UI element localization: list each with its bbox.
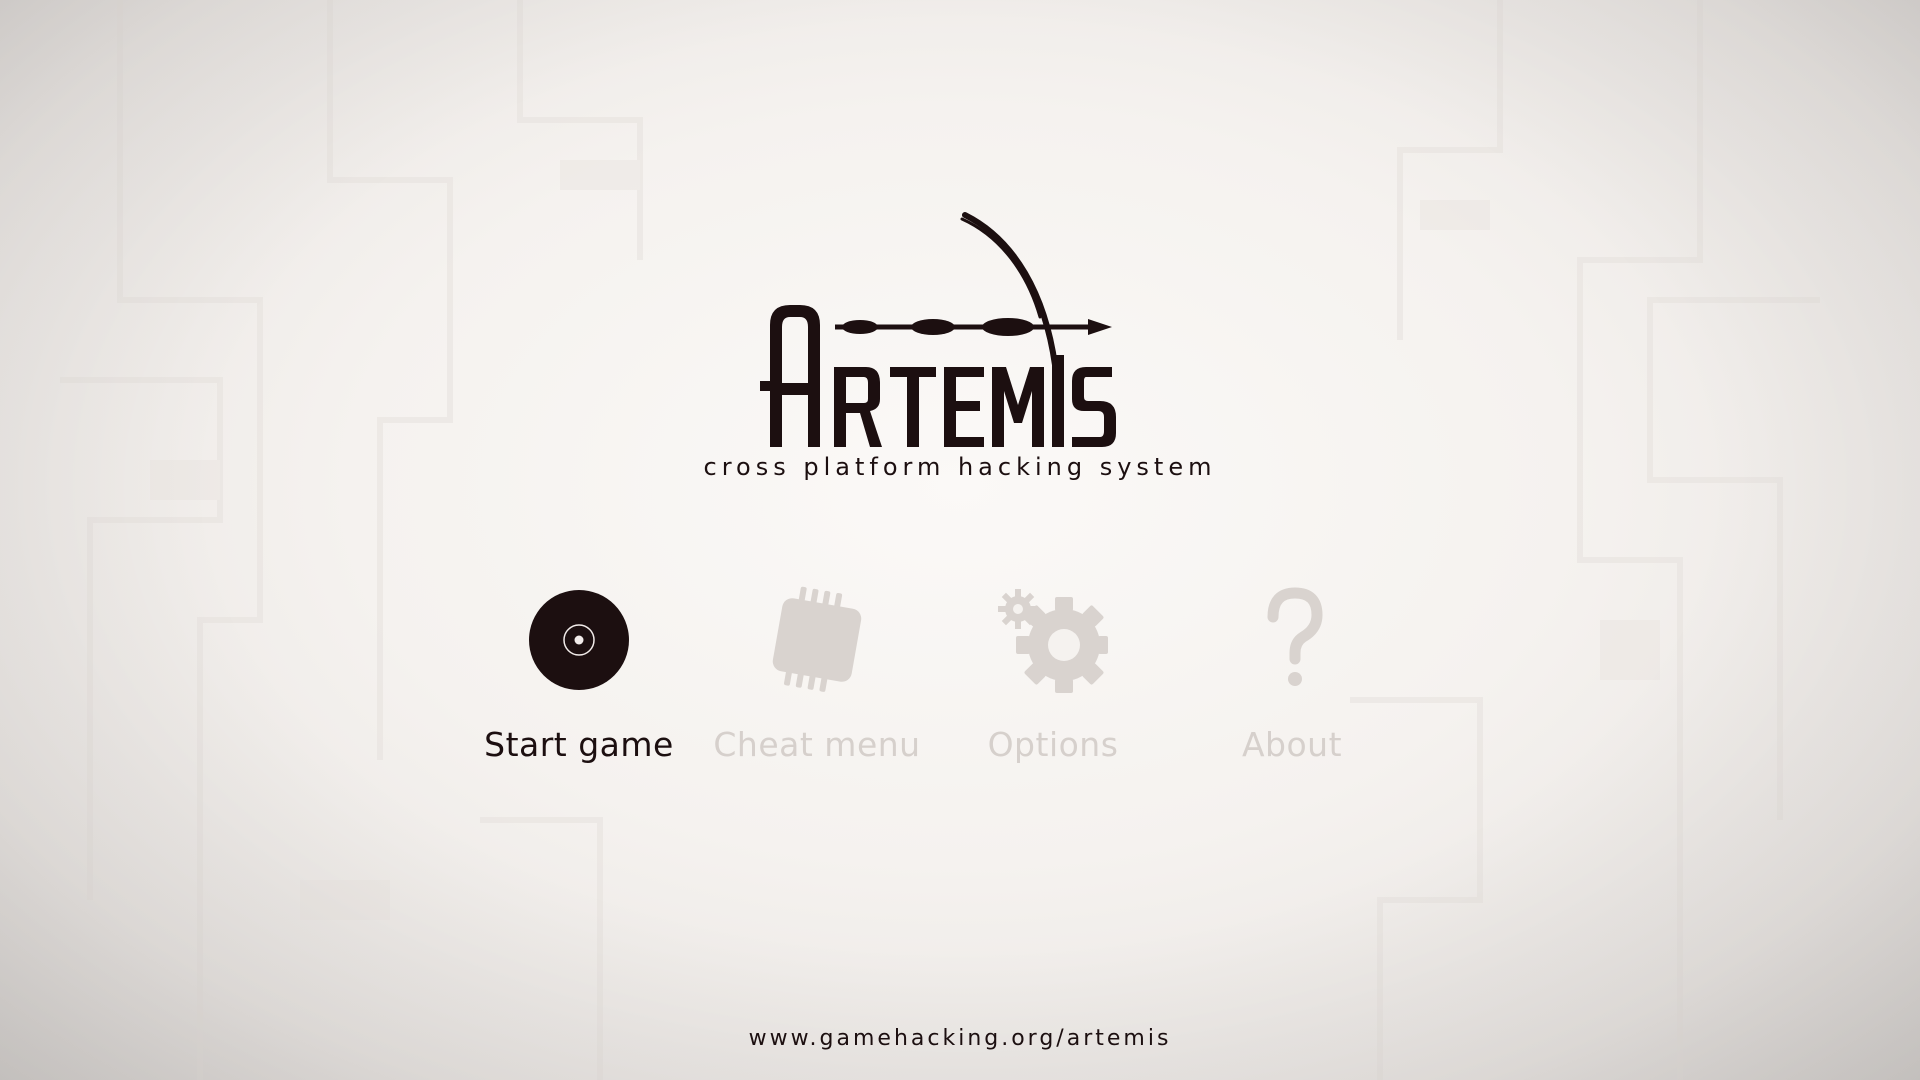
question-mark-icon xyxy=(1237,585,1347,695)
menu-item-start-game[interactable]: Start game xyxy=(469,585,689,775)
gears-icon xyxy=(998,585,1108,695)
menu-item-cheat-menu[interactable]: Cheat menu xyxy=(707,585,927,775)
menu-item-label: About xyxy=(1241,725,1343,764)
menu-item-options[interactable]: Options xyxy=(943,585,1163,775)
disc-icon xyxy=(524,585,634,695)
menu-item-label: Options xyxy=(987,725,1119,764)
main-menu: Start game Cheat menu Options About xyxy=(0,585,1920,785)
tagline: cross platform hacking system xyxy=(703,453,1217,481)
menu-item-about[interactable]: About xyxy=(1182,585,1402,775)
footer-url-link[interactable]: www.gamehacking.org/artemis xyxy=(660,1026,1260,1051)
chip-icon xyxy=(762,585,872,695)
menu-item-label: Cheat menu xyxy=(713,725,921,764)
menu-item-label: Start game xyxy=(484,725,674,764)
artemis-logo-graphic xyxy=(760,212,1116,447)
artemis-logo: cross platform hacking system xyxy=(0,0,1920,500)
